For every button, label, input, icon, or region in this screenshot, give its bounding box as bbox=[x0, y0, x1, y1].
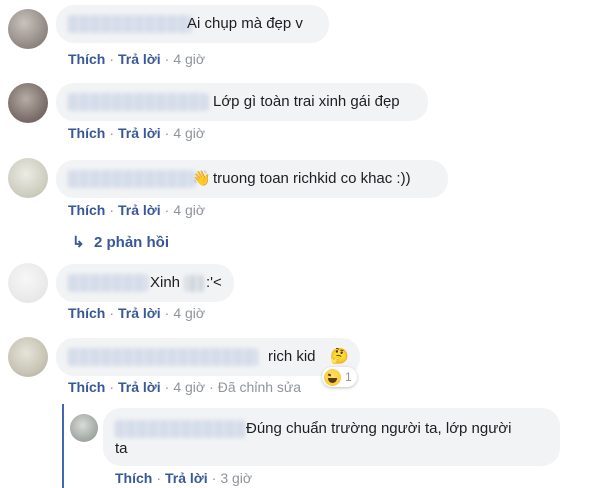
comment-text: truong toan richkid co khac :)) bbox=[213, 170, 411, 187]
reply-bubble: Đúng chuẩn trường người ta, lớp người ta bbox=[103, 408, 560, 466]
commenter-name-redacted[interactable] bbox=[68, 274, 148, 292]
timestamp[interactable]: 4 giờ bbox=[173, 379, 205, 395]
avatar[interactable] bbox=[8, 9, 48, 49]
reply-link[interactable]: Trả lời bbox=[118, 51, 161, 67]
avatar[interactable] bbox=[8, 263, 48, 303]
comment-actions: Thích · Trả lời · 4 giờ bbox=[68, 202, 206, 218]
like-link[interactable]: Thích bbox=[68, 51, 105, 67]
comment-text: Xinh bbox=[150, 274, 181, 291]
commenter-name-redacted[interactable] bbox=[68, 15, 192, 33]
reaction-count: 1 bbox=[345, 370, 352, 384]
like-link[interactable]: Thích bbox=[68, 305, 105, 321]
reply-link[interactable]: Trả lời bbox=[118, 379, 161, 395]
comment-bubble: Ai chụp mà đẹp v bbox=[56, 5, 329, 43]
comment-text-emoticon: :'< bbox=[206, 274, 222, 291]
reply-thread-line bbox=[62, 404, 64, 488]
comment-text: Ai chụp mà đẹp v bbox=[187, 15, 303, 32]
reply-actions: Thích · Trả lời · 3 giờ bbox=[115, 470, 253, 486]
avatar[interactable] bbox=[8, 337, 48, 377]
replies-count-label: 2 phản hồi bbox=[94, 234, 169, 251]
reply-link[interactable]: Trả lời bbox=[118, 305, 161, 321]
like-link[interactable]: Thích bbox=[115, 470, 152, 486]
comment-actions: Thích · Trả lời · 4 giờ bbox=[68, 51, 206, 67]
comment-text: Lớp gì toàn trai xinh gái đẹp bbox=[213, 93, 400, 110]
timestamp[interactable]: 4 giờ bbox=[173, 202, 205, 218]
edited-label[interactable]: Đã chỉnh sửa bbox=[218, 379, 301, 395]
view-replies-link[interactable]: ↳ 2 phản hồi bbox=[72, 233, 169, 253]
like-link[interactable]: Thích bbox=[68, 379, 105, 395]
comment-text: rich kid bbox=[268, 348, 316, 365]
timestamp[interactable]: 4 giờ bbox=[173, 51, 205, 67]
reaction-badge[interactable]: 1 bbox=[322, 367, 357, 387]
timestamp[interactable]: 4 giờ bbox=[173, 305, 205, 321]
reply-link[interactable]: Trả lời bbox=[165, 470, 208, 486]
laughing-face-icon bbox=[324, 368, 341, 386]
reply-text-line1: Đúng chuẩn trường người ta, lớp người bbox=[246, 420, 512, 437]
reply-arrow-icon: ↳ bbox=[72, 234, 85, 251]
like-link[interactable]: Thích bbox=[68, 202, 105, 218]
timestamp[interactable]: 4 giờ bbox=[173, 125, 205, 141]
reply-link[interactable]: Trả lời bbox=[118, 125, 161, 141]
comment-actions: Thích · Trả lời · 4 giờ bbox=[68, 125, 206, 141]
comment-bubble: 👋 truong toan richkid co khac :)) bbox=[56, 160, 448, 198]
commenter-name-redacted[interactable] bbox=[68, 348, 258, 366]
redacted-word bbox=[184, 275, 204, 292]
reply-link[interactable]: Trả lời bbox=[118, 202, 161, 218]
thinking-face-icon: 🤔 bbox=[330, 348, 349, 365]
reply-avatar[interactable] bbox=[70, 414, 98, 442]
comment-bubble: Xinh :'< bbox=[56, 264, 234, 302]
like-link[interactable]: Thích bbox=[68, 125, 105, 141]
avatar[interactable] bbox=[8, 158, 48, 198]
comment-bubble: Lớp gì toàn trai xinh gái đẹp bbox=[56, 83, 428, 121]
avatar[interactable] bbox=[8, 83, 48, 123]
comment-actions: Thích · Trả lời · 4 giờ bbox=[68, 305, 206, 321]
waving-hand-icon: 👋 bbox=[192, 170, 211, 187]
comment-bubble: rich kid 🤔 bbox=[56, 338, 360, 376]
timestamp[interactable]: 3 giờ bbox=[220, 470, 252, 486]
commenter-name-redacted[interactable] bbox=[68, 93, 208, 111]
replier-name-redacted[interactable] bbox=[115, 420, 245, 438]
comment-actions: Thích · Trả lời · 4 giờ · Đã chỉnh sửa bbox=[68, 379, 302, 395]
reply-text-line2: ta bbox=[115, 440, 128, 457]
commenter-name-redacted[interactable] bbox=[68, 170, 196, 188]
